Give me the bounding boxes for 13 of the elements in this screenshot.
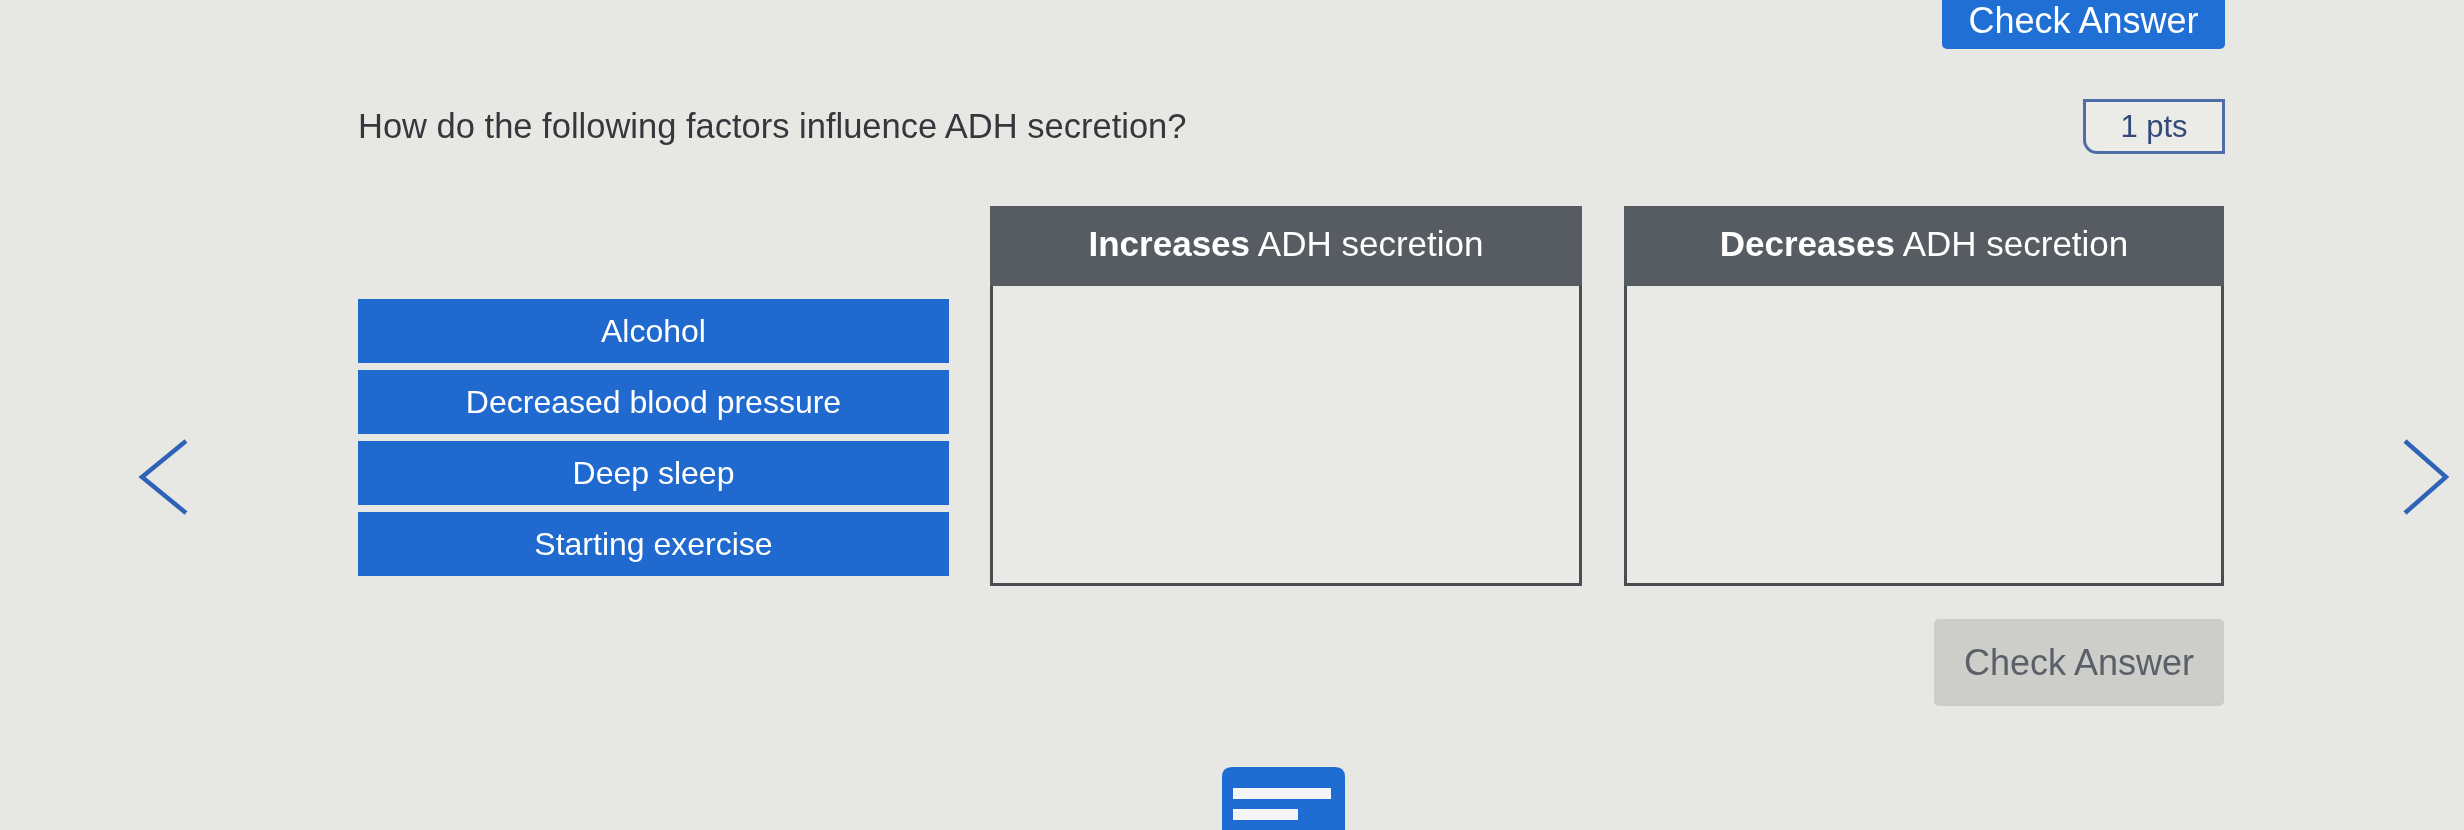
answer-tile[interactable]: Alcohol	[358, 299, 949, 363]
drop-zone[interactable]	[990, 286, 1582, 586]
answer-tile[interactable]: Decreased blood pressure	[358, 370, 949, 434]
column-heading: Increases ADH secretion	[990, 206, 1582, 286]
column-heading: Decreases ADH secretion	[1624, 206, 2224, 286]
answer-tile[interactable]: Deep sleep	[358, 441, 949, 505]
points-label: 1 pts	[2083, 99, 2225, 154]
answer-tile[interactable]: Starting exercise	[358, 512, 949, 576]
question-text: How do the following factors influence ADH secretion?	[358, 107, 1187, 146]
chevron-left-icon[interactable]	[138, 438, 189, 516]
text-lines-icon[interactable]	[1222, 767, 1345, 830]
check-answer-button[interactable]: Check Answer	[1942, 0, 2225, 49]
chevron-right-icon[interactable]	[2402, 438, 2449, 516]
